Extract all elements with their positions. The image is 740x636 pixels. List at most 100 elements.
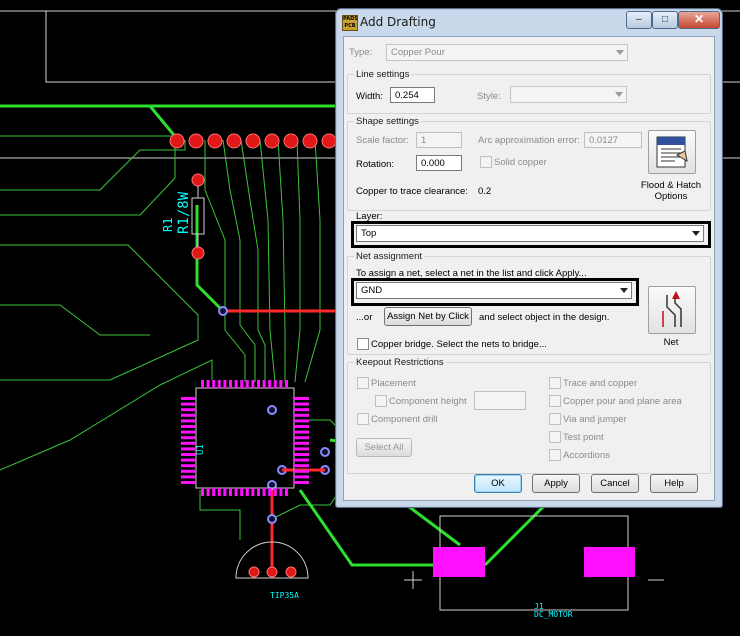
qfp-pin	[262, 488, 266, 496]
arc-error-input[interactable]: 0.0127	[584, 132, 642, 148]
qfp-pin	[294, 413, 309, 417]
qfp-pin	[223, 488, 227, 496]
shape-settings-title: Shape settings	[354, 116, 421, 127]
component-height-label: Component height	[389, 396, 467, 407]
copper-pour-checkbox[interactable]	[549, 395, 561, 407]
add-drafting-dialog: PADS PCB Add Drafting – □ ✕ Type: Copper…	[335, 8, 723, 508]
flood-hatch-icon	[656, 136, 688, 168]
clearance-label: Copper to trace clearance:	[356, 186, 468, 197]
cancel-button[interactable]: Cancel	[591, 474, 639, 493]
type-select[interactable]: Copper Pour	[386, 44, 628, 61]
qfp-pin	[294, 408, 309, 412]
qfp-pin	[181, 458, 196, 462]
scale-factor-input[interactable]: 1	[416, 132, 462, 148]
copper-pour-label: Copper pour and plane area	[563, 396, 682, 407]
qfp-pin	[294, 436, 309, 440]
rotation-label: Rotation:	[356, 159, 395, 170]
solid-copper-checkbox[interactable]	[480, 156, 492, 168]
u1-ref-label: U1	[196, 444, 206, 455]
qfp-pin	[294, 425, 309, 428]
qfp-pin	[181, 419, 196, 423]
component-drill-checkbox[interactable]	[357, 413, 369, 425]
qfp-pin	[181, 430, 196, 434]
placement-checkbox[interactable]	[357, 377, 369, 389]
layer-select-value: Top	[361, 228, 377, 239]
net-icon	[662, 291, 682, 327]
chevron-down-icon	[615, 92, 623, 97]
net-button-label: Net	[663, 337, 679, 348]
placement-label: Placement	[371, 378, 416, 389]
trace-copper-checkbox[interactable]	[549, 377, 561, 389]
via-jumper-checkbox[interactable]	[549, 413, 561, 425]
chevron-down-icon	[620, 288, 628, 293]
test-point-label: Test point	[563, 432, 604, 443]
qfp-pin	[181, 481, 196, 484]
qfp-pin	[273, 380, 277, 388]
qfp-pin	[240, 488, 244, 496]
qfp-pin	[181, 402, 196, 406]
qfp-pin	[257, 488, 260, 496]
copper-bridge-checkbox[interactable]	[357, 338, 369, 350]
qfp-pin	[251, 380, 255, 388]
close-button[interactable]: ✕	[678, 11, 720, 29]
dc-motor-label: DC_MOTOR	[534, 610, 573, 619]
style-select[interactable]	[510, 86, 627, 103]
net-select[interactable]: GND	[356, 282, 632, 299]
qfp-pin	[279, 488, 283, 496]
type-select-value: Copper Pour	[391, 47, 445, 58]
type-label: Type:	[349, 47, 373, 58]
component-drill-label: Component drill	[371, 414, 438, 425]
qfp-pin	[294, 397, 309, 400]
tip35a-label: TIP35A	[270, 591, 299, 600]
scale-factor-label: Scale factor:	[356, 135, 409, 146]
chevron-down-icon	[692, 231, 700, 236]
qfp-pin	[181, 441, 196, 445]
dialog-body: Type: Copper Pour Line settings Width: 0…	[343, 36, 715, 501]
qfp-pin	[212, 488, 216, 496]
assign-net-by-click-button[interactable]: Assign Net by Click	[384, 307, 472, 326]
width-label: Width:	[356, 91, 383, 102]
layer-select[interactable]: Top	[356, 225, 704, 242]
qfp-pin	[181, 447, 196, 451]
help-button[interactable]: Help	[650, 474, 698, 493]
style-label: Style:	[477, 91, 501, 102]
select-all-button[interactable]: Select All	[356, 438, 412, 457]
flood-hatch-button[interactable]	[648, 130, 696, 174]
accordions-label: Accordions	[563, 450, 610, 461]
qfp-pin	[181, 397, 196, 400]
ok-button[interactable]: OK	[474, 474, 522, 493]
qfp-pin	[279, 380, 283, 388]
qfp-pin	[273, 488, 277, 496]
component-height-input[interactable]	[474, 391, 526, 410]
net-assignment-title: Net assignment	[354, 251, 425, 262]
component-height-checkbox[interactable]	[375, 395, 387, 407]
qfp-pin	[245, 380, 249, 388]
chevron-down-icon	[616, 50, 624, 55]
accordions-checkbox[interactable]	[549, 449, 561, 461]
qfp-pin	[206, 380, 210, 388]
test-point-checkbox[interactable]	[549, 431, 561, 443]
qfp-pin	[229, 380, 232, 388]
width-input[interactable]: 0.254	[390, 87, 435, 103]
rotation-input[interactable]: 0.000	[416, 155, 462, 171]
dialog-title-bar[interactable]: PADS PCB Add Drafting – □ ✕	[336, 9, 722, 35]
qfp-pin	[234, 380, 238, 388]
minimize-button[interactable]: –	[626, 11, 652, 29]
qfp-pin	[245, 488, 249, 496]
apply-button[interactable]: Apply	[532, 474, 580, 493]
flood-hatch-label-1: Flood & Hatch	[640, 180, 702, 191]
r1-ref-label: R1	[161, 218, 175, 232]
keepout-title: Keepout Restrictions	[354, 357, 446, 368]
net-button[interactable]	[648, 286, 696, 334]
net-select-value: GND	[361, 285, 383, 296]
pads-app-icon: PADS PCB	[342, 15, 358, 31]
qfp-pin	[234, 488, 238, 496]
qfp-pin	[294, 458, 309, 462]
maximize-button[interactable]: □	[652, 11, 678, 29]
qfp-pin	[262, 380, 266, 388]
qfp-pin	[201, 380, 204, 388]
copper-bridge-label: Copper bridge. Select the nets to bridge…	[371, 339, 547, 350]
qfp-pin	[268, 488, 272, 496]
qfp-pin	[294, 464, 309, 468]
qfp-pin	[285, 488, 288, 496]
